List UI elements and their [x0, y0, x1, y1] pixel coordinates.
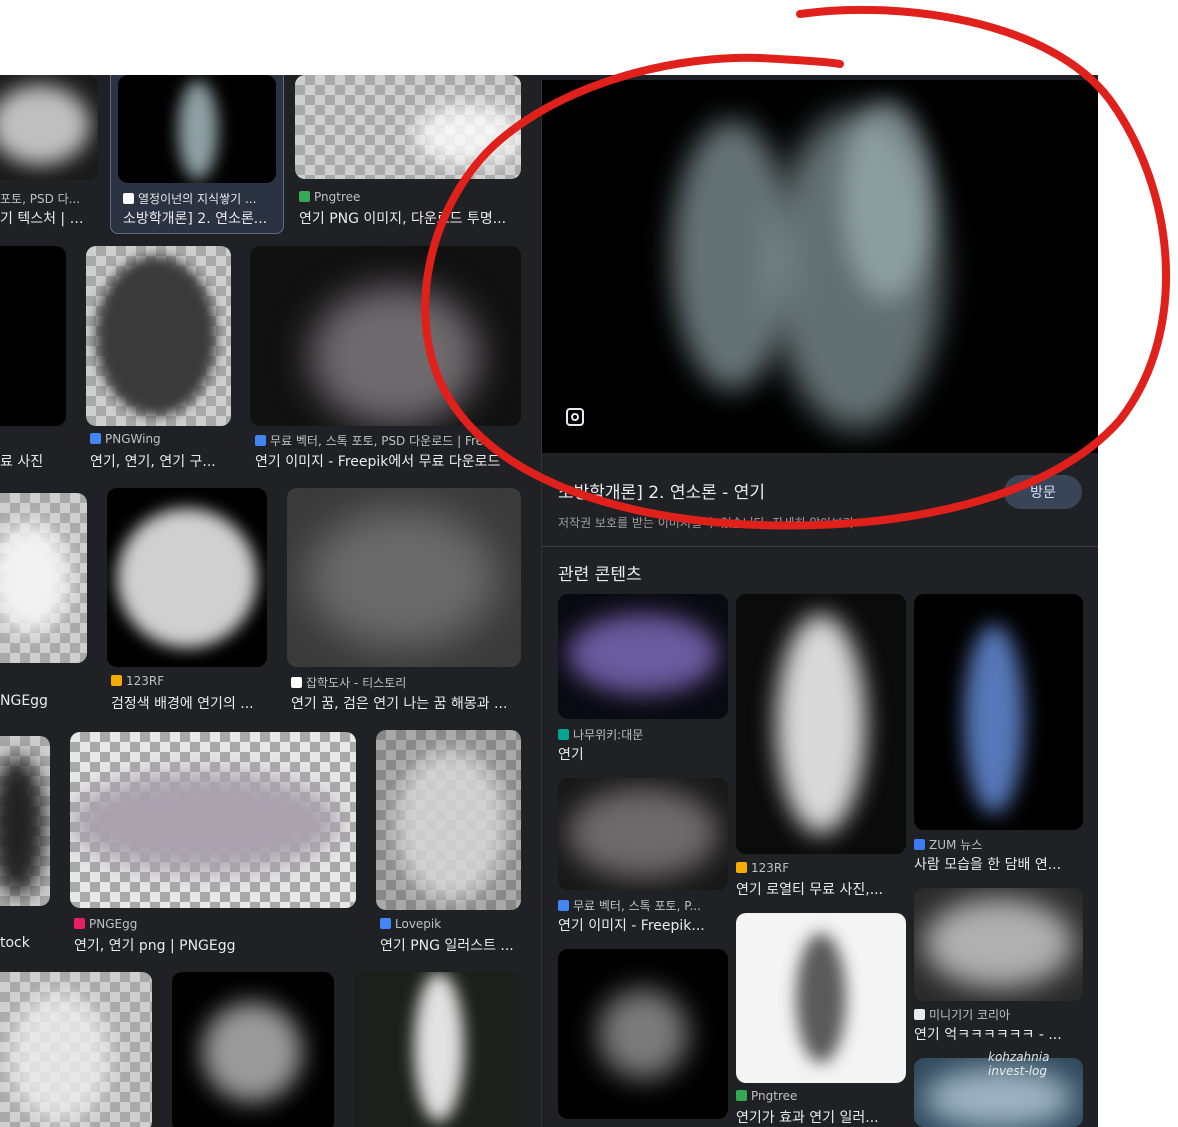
related-thumb-4[interactable]	[558, 778, 728, 890]
result-thumb-4-3[interactable]	[376, 730, 521, 910]
result-source: PNGEgg	[74, 917, 354, 931]
related-title[interactable]: 연기 억ㅋㅋㅋㅋㅋㅋ - ...	[914, 1024, 1083, 1044]
image-detail-panel: 소방학개론] 2. 연소론 - 연기 방문 저작권 보호를 받는 이미지일 수 …	[541, 80, 1098, 1127]
detail-title[interactable]: 소방학개론] 2. 연소론 - 연기	[558, 478, 765, 503]
result-title[interactable]: 연기 이미지 - Freepik에서 무료 다운로드	[255, 451, 517, 471]
related-source: 123RF	[736, 861, 906, 875]
result-source: 열정이넌의 지식쌓기 ...	[123, 190, 273, 207]
result-title[interactable]: 연기 PNG 일러스트 ...	[380, 935, 520, 955]
result-title[interactable]: 연기, 연기 png | PNGEgg	[74, 935, 354, 955]
result-title[interactable]: 료 사진	[0, 451, 60, 471]
result-thumb-5-2[interactable]	[172, 972, 334, 1127]
result-source: 무료 벡터, 스톡 포토, PSD 다운로드 | Fre...	[255, 432, 517, 449]
result-thumb-1-2[interactable]	[118, 75, 276, 183]
image-results-panel: 포토, PSD 다... 기 텍스처 | 프... 열정이넌의 지식쌓기 ...…	[0, 75, 1098, 1127]
result-source: 포토, PSD 다...	[0, 192, 81, 206]
result-thumb-5-1[interactable]	[0, 972, 152, 1127]
result-card-selected[interactable]: 열정이넌의 지식쌓기 ... 소방학개론] 2. 연소론...	[110, 75, 284, 234]
result-thumb-2-2[interactable]	[86, 246, 231, 426]
result-thumb-2-3[interactable]	[250, 246, 521, 426]
related-heading: 관련 콘텐츠	[558, 565, 642, 585]
visit-button[interactable]: 방문	[1004, 475, 1082, 509]
result-thumb-3-3[interactable]	[287, 488, 521, 667]
copyright-notice: 저작권 보호를 받는 이미지일 수 있습니다. 자세히 알아보기	[558, 516, 854, 530]
related-thumb-6[interactable]	[736, 913, 906, 1083]
related-title[interactable]: 사람 모습을 한 담배 연...	[914, 854, 1083, 874]
lens-search-icon[interactable]	[566, 408, 584, 426]
related-title[interactable]: 연기 이미지 - Freepik...	[558, 915, 728, 935]
result-thumb-1-1[interactable]	[0, 75, 98, 180]
result-title[interactable]: 검정색 배경에 연기의 ...	[111, 693, 266, 713]
related-title[interactable]: 연기가 효과 연기 일러...	[736, 1107, 906, 1127]
result-thumb-1-3[interactable]	[295, 75, 521, 179]
result-thumb-2-1[interactable]	[0, 246, 66, 426]
related-source: Pngtree	[736, 1089, 906, 1103]
result-thumb-3-1[interactable]	[0, 493, 87, 663]
result-title[interactable]: 기 텍스처 | 프...	[0, 208, 95, 228]
result-source: 잡학도사 - 티스토리	[291, 674, 516, 691]
related-thumb-7[interactable]	[558, 949, 728, 1119]
result-thumb-4-1[interactable]	[0, 736, 50, 906]
result-thumb-4-2[interactable]	[70, 732, 356, 908]
result-source: Lovepik	[380, 917, 520, 931]
result-title[interactable]: 연기, 연기, 연기 구...	[90, 451, 230, 471]
related-thumb-2[interactable]	[736, 594, 906, 854]
result-title[interactable]: NGEgg	[0, 693, 80, 709]
related-title[interactable]: 연기 로열티 무료 사진,...	[736, 879, 906, 899]
result-thumb-5-3[interactable]	[354, 972, 521, 1127]
related-thumb-1[interactable]	[558, 594, 728, 719]
related-source: ZUM 뉴스	[914, 836, 1083, 853]
divider	[542, 546, 1098, 547]
result-thumb-3-2[interactable]	[107, 488, 267, 667]
result-source: Pngtree	[299, 190, 519, 204]
related-thumb-5[interactable]	[914, 888, 1083, 1001]
related-title[interactable]: 연기	[558, 744, 728, 764]
related-source: 무료 벡터, 스톡 포토, P...	[558, 897, 728, 914]
watermark: kohzahnia invest-log	[988, 1050, 1050, 1078]
result-source: PNGWing	[90, 432, 230, 446]
related-thumb-3[interactable]	[914, 594, 1083, 830]
result-title[interactable]: 소방학개론] 2. 연소론...	[123, 208, 273, 228]
result-title[interactable]: 연기 꿈, 검은 연기 나는 꿈 해몽과 ...	[291, 693, 516, 713]
result-title[interactable]: tock	[0, 935, 50, 951]
result-source: 123RF	[111, 674, 266, 688]
result-title[interactable]: 연기 PNG 이미지, 다운로드 투명...	[299, 208, 519, 228]
related-source: 나무위키:대문	[558, 726, 728, 743]
related-source: 미니기기 코리아	[914, 1006, 1083, 1023]
preview-image[interactable]	[542, 80, 1098, 453]
